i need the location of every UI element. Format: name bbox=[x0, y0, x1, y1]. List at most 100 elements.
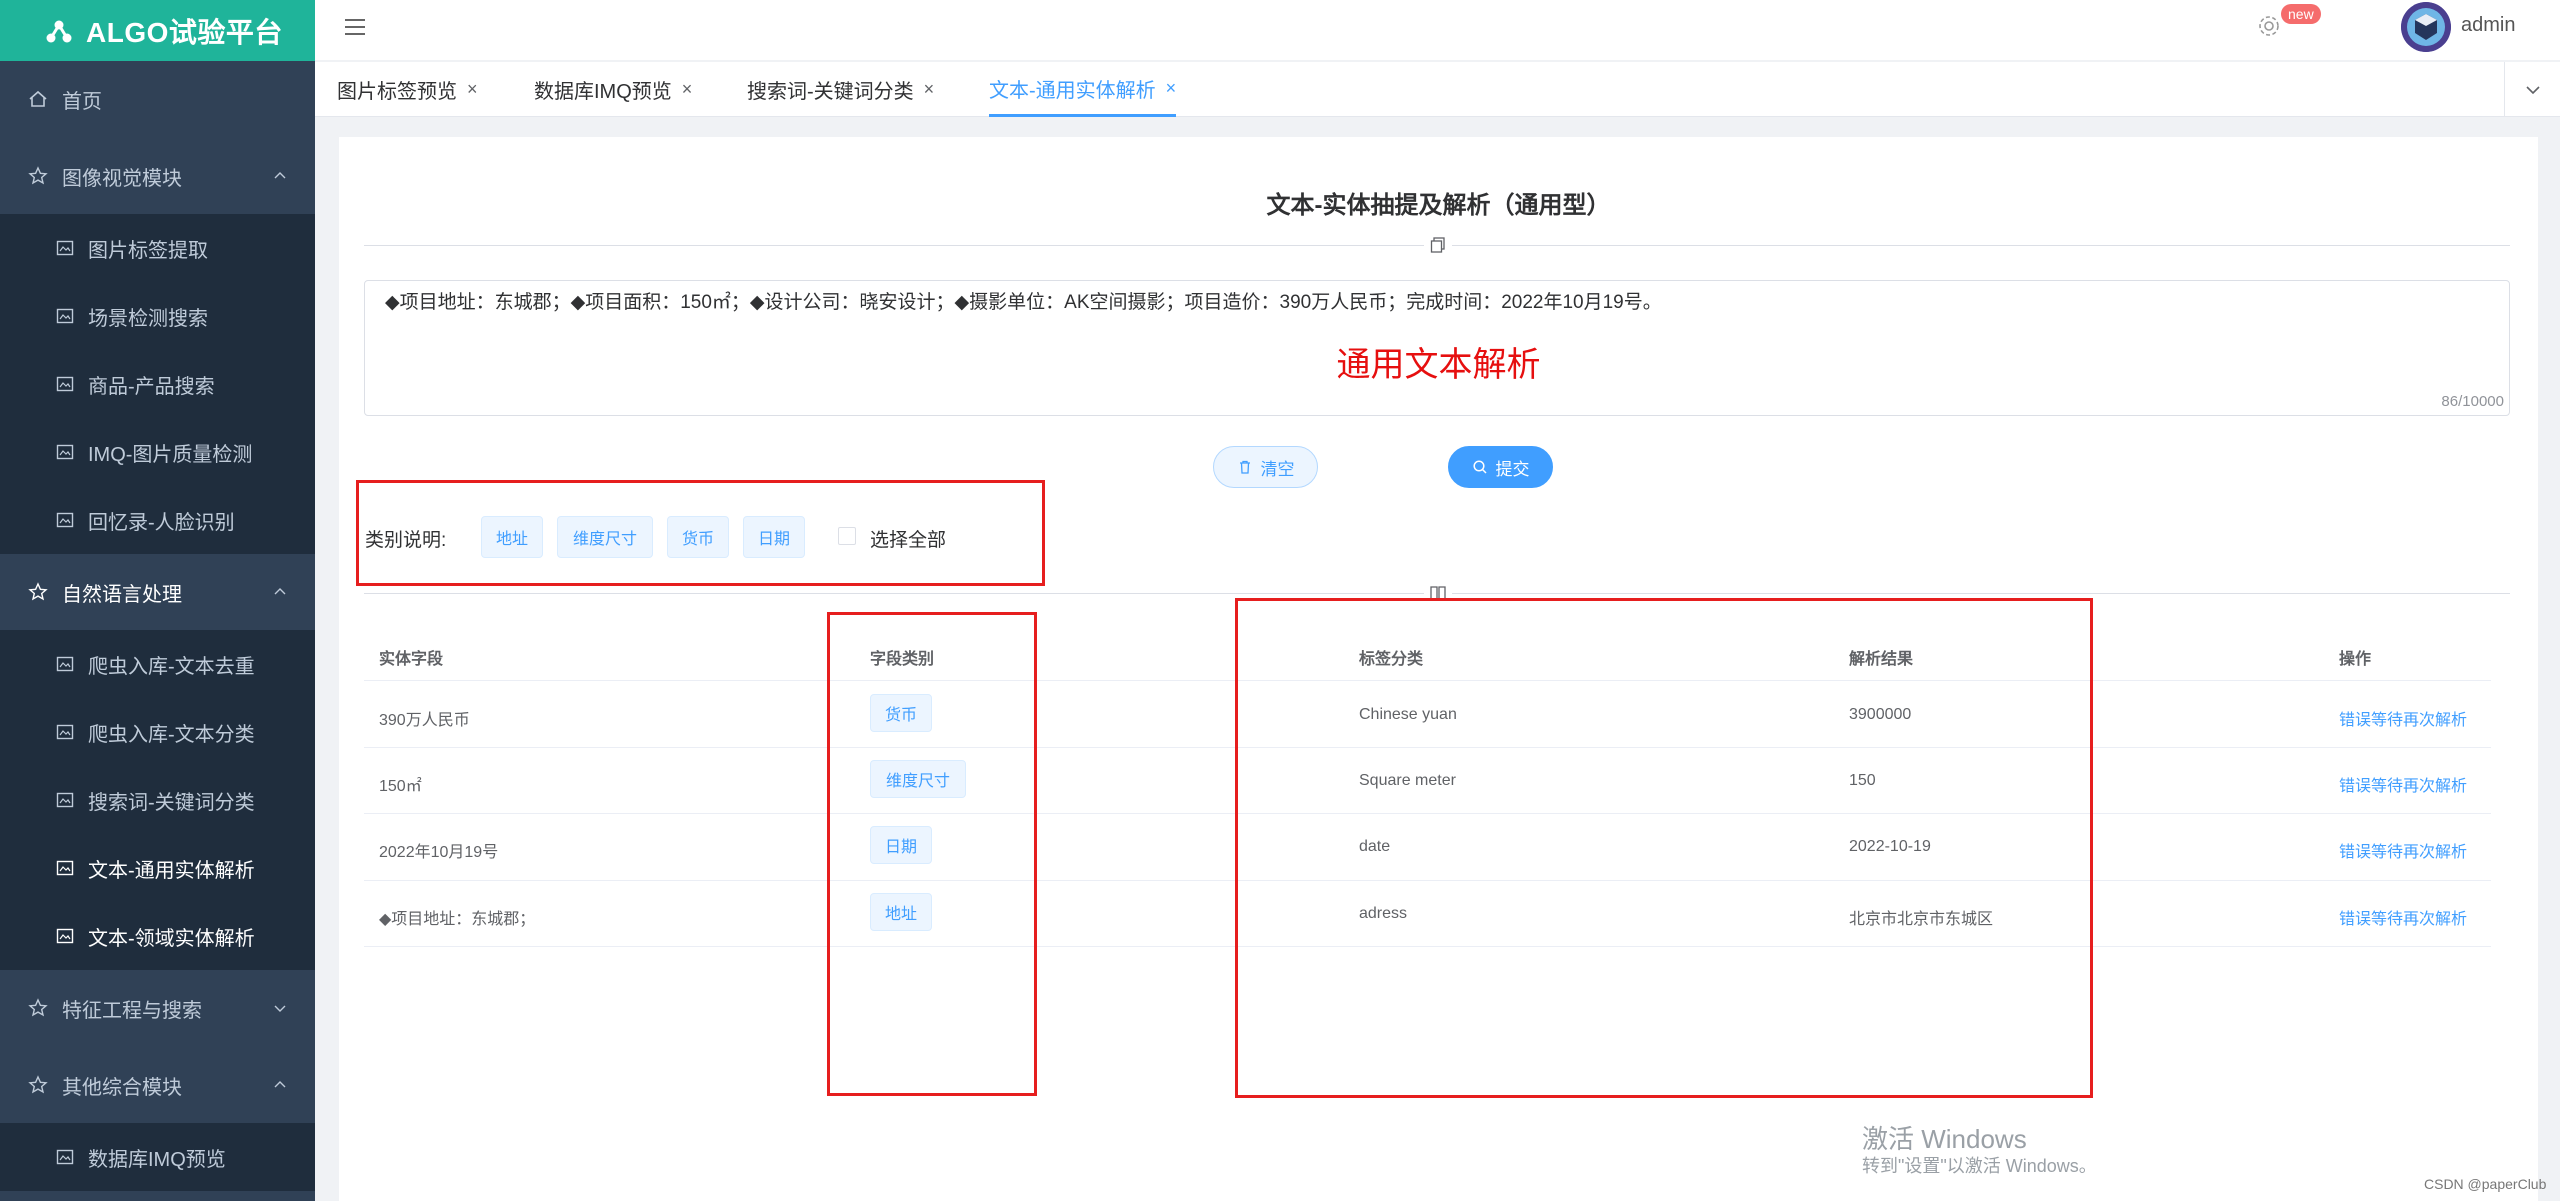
menu-item-vision-2[interactable]: 场景检测搜索 bbox=[0, 282, 315, 350]
sidebar: ALGO试验平台 首页 图像视觉模块 图片标签提取 场景检测搜索 商品-产品搜索… bbox=[0, 0, 315, 1201]
close-icon[interactable]: × bbox=[682, 79, 693, 100]
picture-icon bbox=[56, 792, 74, 808]
menu-item-nlp-1[interactable]: 爬虫入库-文本去重 bbox=[0, 630, 315, 698]
menu-item-label: 搜索词-关键词分类 bbox=[88, 791, 255, 814]
annotation-box-results bbox=[1235, 598, 2093, 1098]
menu-item-nlp-5[interactable]: 文本-领域实体解析 bbox=[0, 902, 315, 970]
app-logo[interactable]: ALGO试验平台 bbox=[0, 0, 315, 61]
tab-search-keyword[interactable]: 搜索词-关键词分类 × bbox=[747, 62, 934, 117]
cell-field: ◆项目地址：东城郡； bbox=[379, 911, 536, 928]
cell-action-link[interactable]: 错误等待再次解析 bbox=[2339, 772, 2467, 796]
clear-button[interactable]: 清空 bbox=[1213, 446, 1318, 488]
menu-group-vision-label: 图像视觉模块 bbox=[62, 167, 182, 190]
menu-group-vision[interactable]: 图像视觉模块 bbox=[0, 138, 315, 214]
menu-item-label: 爬虫入库-文本分类 bbox=[88, 723, 255, 746]
picture-icon bbox=[56, 724, 74, 740]
tab-label: 图片标签预览 bbox=[337, 81, 457, 103]
tab-text-entity-general[interactable]: 文本-通用实体解析 × bbox=[989, 62, 1177, 117]
hamburger-icon[interactable] bbox=[342, 14, 368, 40]
menu-home[interactable]: 首页 bbox=[0, 61, 315, 137]
main-card: 文本-实体抽提及解析（通用型） ◆项目地址：东城郡；◆项目面积：150㎡；◆设计… bbox=[339, 137, 2538, 1201]
menu-item-label: 爬虫入库-文本去重 bbox=[88, 655, 255, 678]
picture-icon bbox=[56, 376, 74, 392]
picture-icon bbox=[56, 1149, 74, 1165]
tab-label: 搜索词-关键词分类 bbox=[747, 81, 914, 103]
menu-group-feature[interactable]: 特征工程与搜索 bbox=[0, 970, 315, 1046]
menu-item-nlp-4[interactable]: 文本-通用实体解析 bbox=[0, 834, 315, 902]
tab-label: 文本-通用实体解析 bbox=[989, 79, 1156, 102]
menu-item-label: 数据库IMQ预览 bbox=[88, 1148, 226, 1171]
picture-icon bbox=[56, 656, 74, 672]
cell-field: 2022年10月19号 bbox=[379, 844, 499, 861]
menu-item-vision-3[interactable]: 商品-产品搜索 bbox=[0, 350, 315, 418]
close-icon[interactable]: × bbox=[924, 79, 935, 100]
picture-icon bbox=[56, 444, 74, 460]
close-icon[interactable]: × bbox=[467, 79, 478, 100]
top-header: new admin bbox=[315, 0, 2560, 60]
chevron-up-icon bbox=[274, 588, 286, 595]
star-icon bbox=[28, 998, 48, 1017]
avatar[interactable] bbox=[2401, 2, 2451, 52]
cell-action-link[interactable]: 错误等待再次解析 bbox=[2339, 905, 2467, 929]
submit-button[interactable]: 提交 bbox=[1448, 446, 1553, 488]
watermark-line1: 激活 Windows bbox=[1862, 1124, 2027, 1154]
picture-icon bbox=[56, 860, 74, 876]
menu-item-other-1[interactable]: 数据库IMQ预览 bbox=[0, 1123, 315, 1191]
chevron-up-icon bbox=[274, 1081, 286, 1088]
close-icon[interactable]: × bbox=[1166, 78, 1177, 99]
page-title: 文本-实体抽提及解析（通用型） bbox=[1266, 192, 1611, 219]
chevron-up-icon bbox=[274, 172, 286, 179]
username[interactable]: admin bbox=[2461, 14, 2515, 37]
menu-group-nlp[interactable]: 自然语言处理 bbox=[0, 554, 315, 630]
new-badge: new bbox=[2281, 4, 2321, 24]
menu-group-feature-label: 特征工程与搜索 bbox=[62, 999, 202, 1022]
chevron-down-icon bbox=[274, 1005, 286, 1012]
cell-action-link[interactable]: 错误等待再次解析 bbox=[2339, 706, 2467, 730]
menu-item-vision-4[interactable]: IMQ-图片质量检测 bbox=[0, 418, 315, 486]
menu-item-vision-5[interactable]: 回忆录-人脸识别 bbox=[0, 486, 315, 554]
trash-icon bbox=[1239, 460, 1250, 474]
char-count: 86/10000 bbox=[2441, 393, 2504, 410]
gear-icon[interactable] bbox=[2256, 13, 2282, 39]
menu-item-nlp-2[interactable]: 爬虫入库-文本分类 bbox=[0, 698, 315, 766]
copy-icon bbox=[1424, 235, 1452, 255]
submit-button-label: 提交 bbox=[1495, 459, 1530, 479]
clear-button-label: 清空 bbox=[1260, 459, 1295, 479]
col-header-field: 实体字段 bbox=[379, 651, 444, 668]
tab-db-imq-preview[interactable]: 数据库IMQ预览 × bbox=[534, 62, 692, 117]
menu-item-nlp-3[interactable]: 搜索词-关键词分类 bbox=[0, 766, 315, 834]
star-icon bbox=[28, 1075, 48, 1094]
annotation-box-categories bbox=[356, 480, 1045, 586]
app-title: ALGO试验平台 bbox=[86, 16, 283, 48]
picture-icon bbox=[56, 240, 74, 256]
picture-icon bbox=[56, 512, 74, 528]
menu-item-label: 回忆录-人脸识别 bbox=[88, 511, 235, 534]
credit-watermark: CSDN @paperClub bbox=[2424, 1176, 2547, 1192]
tabs-more-button[interactable] bbox=[2504, 62, 2560, 117]
menu-home-label: 首页 bbox=[62, 90, 102, 113]
logo-icon bbox=[46, 20, 72, 42]
tab-image-label-preview[interactable]: 图片标签预览 × bbox=[337, 62, 478, 117]
star-icon bbox=[28, 166, 48, 185]
tabs-bar: 图片标签预览 × 数据库IMQ预览 × 搜索词-关键词分类 × 文本-通用实体解… bbox=[315, 62, 2560, 117]
menu-group-other[interactable]: 其他综合模块 bbox=[0, 1047, 315, 1123]
avatar-image bbox=[2401, 2, 2451, 52]
menu-item-label: 文本-领域实体解析 bbox=[88, 927, 255, 950]
tab-label: 数据库IMQ预览 bbox=[534, 81, 672, 103]
home-icon bbox=[29, 90, 47, 107]
menu-item-label: IMQ-图片质量检测 bbox=[88, 443, 253, 466]
cell-field: 390万人民币 bbox=[379, 712, 470, 729]
menu-item-label: 文本-通用实体解析 bbox=[88, 859, 255, 882]
cell-action-link[interactable]: 错误等待再次解析 bbox=[2339, 838, 2467, 862]
menu-item-label: 商品-产品搜索 bbox=[88, 375, 215, 398]
menu-group-other-label: 其他综合模块 bbox=[62, 1076, 182, 1099]
watermark-line2: 转到"设置"以激活 Windows。 bbox=[1862, 1156, 2097, 1176]
cell-field: 150㎡ bbox=[379, 778, 422, 795]
search-icon bbox=[1472, 460, 1487, 474]
menu-item-vision-1[interactable]: 图片标签提取 bbox=[0, 214, 315, 282]
col-header-action: 操作 bbox=[2339, 651, 2372, 668]
windows-activation-watermark: 激活 Windows 转到"设置"以激活 Windows。 bbox=[1862, 1124, 2097, 1178]
picture-icon bbox=[56, 308, 74, 324]
picture-icon bbox=[56, 928, 74, 944]
annotation-box-field-category bbox=[827, 612, 1037, 1096]
